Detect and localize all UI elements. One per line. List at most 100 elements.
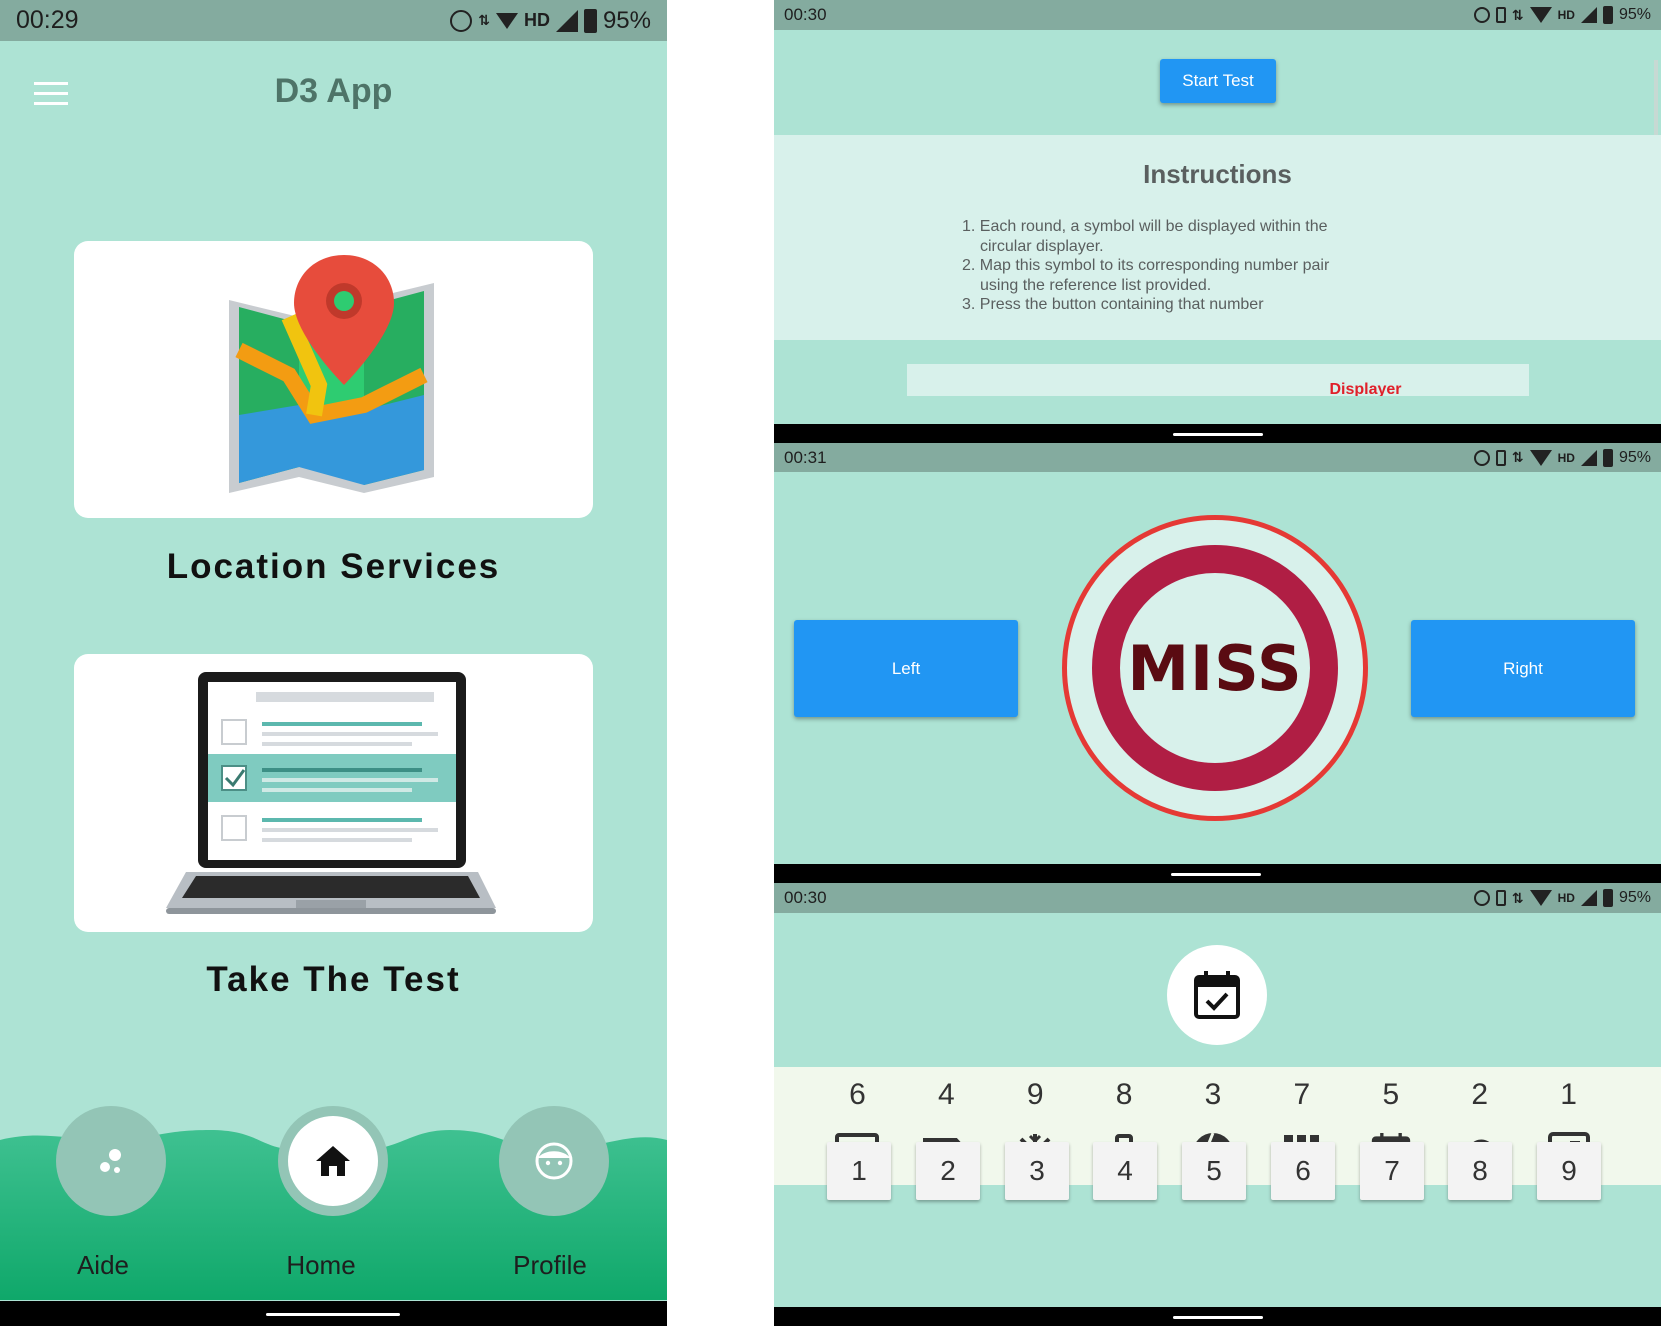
status-icons: ⇅ HD 95% bbox=[1473, 889, 1651, 907]
data-arrows-icon: ⇅ bbox=[478, 12, 490, 28]
ref-number: 4 bbox=[937, 1078, 955, 1111]
hd-icon: HD bbox=[1557, 8, 1575, 22]
signal-icon bbox=[1580, 7, 1597, 23]
keypad-button-9[interactable]: 9 bbox=[1537, 1142, 1601, 1200]
laptop-checklist-icon bbox=[166, 672, 496, 914]
current-symbol-display bbox=[1167, 945, 1267, 1045]
number-keypad: 1 2 3 4 5 6 7 8 9 bbox=[827, 1142, 1607, 1200]
scrollbar[interactable] bbox=[1654, 60, 1658, 136]
nav-home[interactable] bbox=[278, 1106, 388, 1216]
start-test-button[interactable]: Start Test bbox=[1160, 59, 1276, 103]
displayer-box: Displayer bbox=[907, 364, 1529, 396]
battery-icon bbox=[1602, 448, 1613, 467]
home-icon bbox=[316, 1146, 350, 1176]
instruction-1: 1. Each round, a symbol will be displaye… bbox=[962, 218, 1328, 235]
ref-number: 8 bbox=[1115, 1078, 1133, 1111]
instruction-3: 3. Press the button containing that numb… bbox=[962, 296, 1264, 313]
keypad-button-7[interactable]: 7 bbox=[1360, 1142, 1424, 1200]
gesture-handle[interactable] bbox=[1173, 433, 1263, 436]
status-time: 00:29 bbox=[16, 6, 79, 34]
location-services-card[interactable] bbox=[74, 241, 593, 518]
battery-percent: 95% bbox=[1618, 6, 1651, 23]
battery-percent: 95% bbox=[602, 6, 651, 34]
take-test-card[interactable] bbox=[74, 654, 593, 932]
vibrate-icon bbox=[1495, 7, 1506, 23]
reference-numbers: 6 4 9 8 3 7 5 2 1 bbox=[813, 1071, 1613, 1119]
miss-ring: MISS bbox=[1092, 545, 1338, 791]
gesture-handle[interactable] bbox=[266, 1313, 400, 1316]
keypad-button-3[interactable]: 3 bbox=[1005, 1142, 1069, 1200]
app-title: D3 App bbox=[274, 72, 393, 110]
battery-icon bbox=[583, 8, 597, 33]
instructions-title: Instructions bbox=[1143, 159, 1292, 189]
right-button[interactable]: Right bbox=[1411, 620, 1635, 717]
status-bar: 00:30 ⇅ HD 95% bbox=[774, 883, 1661, 913]
left-button[interactable]: Left bbox=[794, 620, 1018, 717]
status-time: 00:31 bbox=[784, 447, 827, 467]
keypad-button-2[interactable]: 2 bbox=[916, 1142, 980, 1200]
battery-percent: 95% bbox=[1618, 889, 1651, 906]
system-nav-bar bbox=[774, 424, 1661, 443]
nav-label-aide: Aide bbox=[76, 1250, 130, 1280]
keypad-button-8[interactable]: 8 bbox=[1448, 1142, 1512, 1200]
ref-number: 7 bbox=[1293, 1078, 1311, 1111]
instruction-2: 2. Map this symbol to its corresponding … bbox=[962, 257, 1330, 274]
ref-number: 1 bbox=[1560, 1078, 1577, 1111]
instructions-list: 1. Each round, a symbol will be displaye… bbox=[962, 217, 1392, 315]
take-test-label: Take The Test bbox=[206, 960, 461, 999]
wifi-icon bbox=[1529, 890, 1552, 906]
data-arrows-icon: ⇅ bbox=[1511, 6, 1524, 23]
status-bar: 00:29 ⇅ HD 95% bbox=[0, 0, 667, 41]
ref-number: 9 bbox=[1026, 1078, 1044, 1111]
location-services-label: Location Services bbox=[166, 547, 501, 586]
signal-icon bbox=[1580, 449, 1597, 466]
status-bar: 00:31 ⇅ HD 95% bbox=[774, 443, 1661, 472]
miss-screen: 00:31 ⇅ HD 95% Left Right MISS bbox=[774, 443, 1661, 883]
symbol-test-screen: 00:30 ⇅ HD 95% 6 4 9 8 3 7 5 2 1 1 2 3 4… bbox=[774, 883, 1661, 1326]
circular-displayer: MISS bbox=[1062, 515, 1368, 821]
hd-icon: HD bbox=[523, 10, 550, 30]
vibrate-icon bbox=[1495, 890, 1506, 906]
status-bar: 00:30 ⇅ HD 95% bbox=[774, 0, 1661, 30]
bubbles-icon bbox=[100, 1149, 121, 1173]
battery-percent: 95% bbox=[1618, 448, 1651, 466]
nav-aide[interactable] bbox=[56, 1106, 166, 1216]
displayer-label: Displayer bbox=[1329, 381, 1402, 396]
gesture-handle[interactable] bbox=[1173, 1316, 1263, 1319]
system-nav-bar bbox=[774, 1307, 1661, 1326]
keypad-button-4[interactable]: 4 bbox=[1093, 1142, 1157, 1200]
status-icons: ⇅ HD 95% bbox=[1473, 6, 1651, 24]
calendar-check-icon bbox=[1194, 971, 1240, 1019]
ref-number: 6 bbox=[849, 1078, 866, 1111]
data-arrows-icon: ⇅ bbox=[1511, 449, 1524, 465]
instruction-1-cont: circular displayer. bbox=[980, 237, 1104, 255]
status-icons: ⇅ HD 95% bbox=[1473, 448, 1651, 467]
ref-number: 3 bbox=[1204, 1078, 1222, 1111]
keypad-button-1[interactable]: 1 bbox=[827, 1142, 891, 1200]
signal-icon bbox=[1580, 890, 1597, 906]
home-screen: 00:29 ⇅ HD 95% D3 App Location Services … bbox=[0, 0, 667, 1326]
map-pin-icon bbox=[229, 255, 434, 493]
keypad-button-6[interactable]: 6 bbox=[1271, 1142, 1335, 1200]
nav-label-home: Home bbox=[286, 1250, 356, 1280]
status-time: 00:30 bbox=[784, 5, 827, 24]
battery-icon bbox=[1602, 889, 1613, 907]
test-intro-screen: 00:30 ⇅ HD 95% Start Test Instructions 1… bbox=[774, 0, 1661, 443]
keypad-button-5[interactable]: 5 bbox=[1182, 1142, 1246, 1200]
face-icon bbox=[535, 1142, 573, 1180]
hd-icon: HD bbox=[1557, 450, 1575, 465]
signal-icon bbox=[555, 9, 578, 32]
status-icons: ⇅ HD 95% bbox=[450, 7, 651, 35]
system-nav-bar bbox=[774, 864, 1661, 883]
status-time: 00:30 bbox=[784, 888, 827, 907]
wifi-icon bbox=[1529, 449, 1552, 466]
alarm-icon bbox=[1473, 7, 1490, 23]
alarm-icon bbox=[450, 9, 473, 32]
nav-profile[interactable] bbox=[499, 1106, 609, 1216]
instruction-2-cont: using the reference list provided. bbox=[980, 276, 1212, 294]
ref-number: 2 bbox=[1471, 1078, 1489, 1111]
instructions-panel: Instructions 1. Each round, a symbol wil… bbox=[774, 135, 1661, 340]
gesture-handle[interactable] bbox=[1171, 873, 1261, 876]
data-arrows-icon: ⇅ bbox=[1511, 889, 1524, 906]
vibrate-icon bbox=[1495, 449, 1506, 466]
